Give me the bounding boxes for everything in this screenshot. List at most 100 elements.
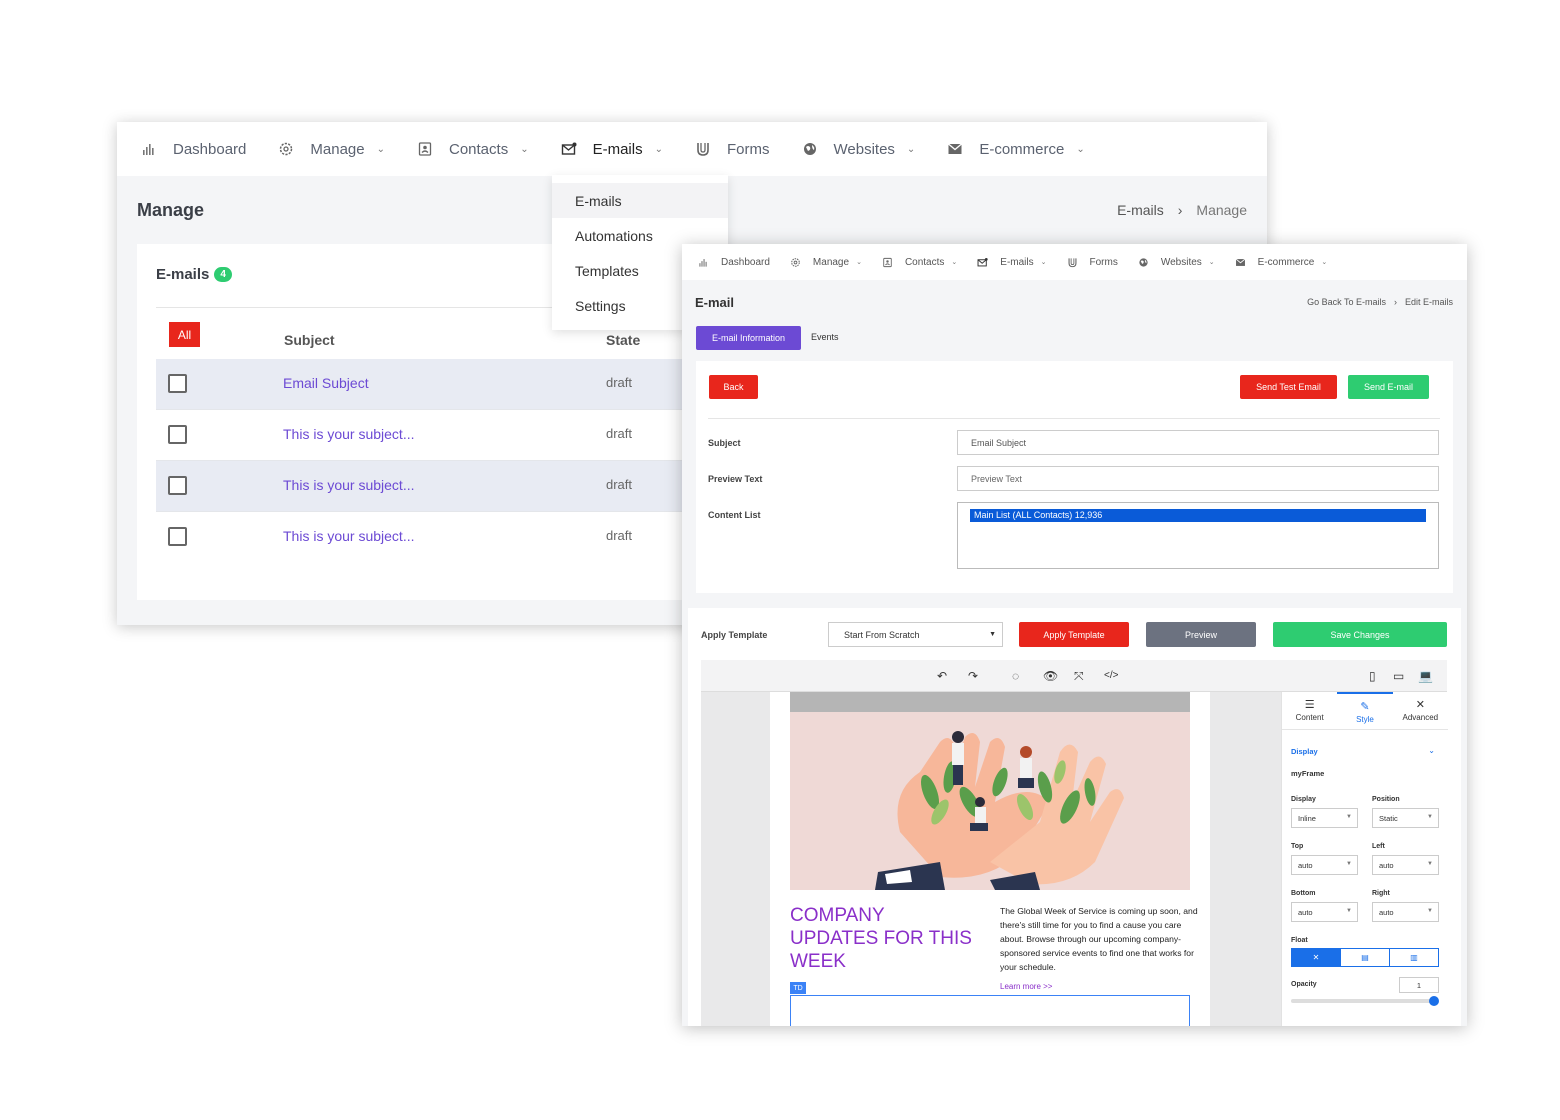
top-input[interactable]: auto ▼ xyxy=(1291,855,1358,875)
nav-item-label: Websites xyxy=(1160,256,1202,268)
email-headline[interactable]: COMPANY UPDATES FOR THIS WEEK xyxy=(790,904,975,973)
nav-item-e-mails[interactable]: E-mails ⌄ xyxy=(561,141,663,158)
page-title: Manage xyxy=(137,200,205,220)
row-checkbox[interactable] xyxy=(168,374,187,393)
template-select[interactable]: Start From Scratch ▼ xyxy=(828,622,1003,647)
back-button[interactable]: Back xyxy=(709,375,758,399)
breadcrumb-go-back-link[interactable]: Go Back To E-mails xyxy=(1307,297,1386,307)
sliders-icon: ☰ xyxy=(1304,699,1315,711)
hero-illustration[interactable] xyxy=(790,712,1190,890)
chevron-down-icon: ⌄ xyxy=(1321,259,1328,266)
nav-item-websites[interactable]: Websites ⌄ xyxy=(1138,257,1215,268)
undo-icon[interactable]: ↶ xyxy=(937,669,947,683)
row-subject-link[interactable]: Email Subject xyxy=(283,375,369,391)
float-none-button[interactable]: ✕ xyxy=(1292,949,1341,966)
email-header-strip[interactable] xyxy=(790,692,1190,712)
builder-toolbar: ↶ ↷ ◌ 👁 ⤧ </> ▯ ▭ 💻 xyxy=(701,660,1447,692)
table-row[interactable]: This is your subject... draft xyxy=(156,461,716,512)
send-email-button[interactable]: Send E-mail xyxy=(1348,375,1429,399)
row-checkbox[interactable] xyxy=(168,527,187,546)
float-right-button[interactable]: ▥ xyxy=(1390,949,1438,966)
left-input[interactable]: auto ▼ xyxy=(1372,855,1439,875)
nav-item-e-commerce[interactable]: E-commerce ⌄ xyxy=(1235,257,1328,268)
display-label: Display xyxy=(1291,796,1316,803)
component-outline-icon[interactable]: ◌ xyxy=(1012,669,1019,683)
nav-item-dashboard[interactable]: Dashboard xyxy=(698,257,770,268)
nav-item-label: Dashboard xyxy=(721,256,770,268)
nav-item-label: E-commerce xyxy=(979,140,1065,158)
nav-item-dashboard[interactable]: Dashboard xyxy=(141,141,246,158)
tab-email-information[interactable]: E-mail Information xyxy=(696,326,801,350)
email-builder: ↶ ↷ ◌ 👁 ⤧ </> ▯ ▭ 💻 COMPANY UPDATES FOR … xyxy=(701,660,1448,1026)
selected-table-cell[interactable] xyxy=(790,995,1190,1026)
nav-item-forms[interactable]: Forms xyxy=(695,141,770,158)
panel-tab-style[interactable]: ✎ Style xyxy=(1337,692,1393,729)
nav-item-label: Dashboard xyxy=(173,140,247,158)
nav-item-label: E-mails xyxy=(1000,256,1034,268)
display-section-header[interactable]: Display xyxy=(1291,747,1318,756)
row-subject-link[interactable]: This is your subject... xyxy=(283,477,415,493)
nav-item-manage[interactable]: Manage ⌄ xyxy=(278,141,385,158)
desktop-device-icon[interactable]: 💻 xyxy=(1418,669,1433,683)
apply-template-button[interactable]: Apply Template xyxy=(1019,622,1129,647)
selected-element-tag: TD xyxy=(790,982,806,994)
preview-button[interactable]: Preview xyxy=(1146,622,1256,647)
breadcrumb-current: Manage xyxy=(1196,202,1247,218)
display-select[interactable]: Inline ▼ xyxy=(1291,808,1358,828)
eye-icon[interactable]: 👁 xyxy=(1043,669,1058,683)
nav-item-forms[interactable]: Forms xyxy=(1067,257,1118,268)
preview-text-input[interactable]: Preview Text xyxy=(957,466,1439,491)
nav-item-manage[interactable]: Manage ⌄ xyxy=(790,257,862,268)
float-left-button[interactable]: ▤ xyxy=(1341,949,1390,966)
position-select[interactable]: Static ▼ xyxy=(1372,808,1439,828)
email-canvas[interactable]: COMPANY UPDATES FOR THIS WEEK The Global… xyxy=(770,692,1210,1026)
row-checkbox[interactable] xyxy=(168,425,187,444)
send-test-email-button[interactable]: Send Test Email xyxy=(1240,375,1337,399)
tab-events[interactable]: Events xyxy=(811,332,839,342)
row-subject-link[interactable]: This is your subject... xyxy=(283,528,415,544)
nav-item-e-mails[interactable]: E-mails ⌄ xyxy=(977,256,1047,268)
code-icon[interactable]: </> xyxy=(1104,670,1118,681)
column-header-subject[interactable]: Subject xyxy=(284,332,335,348)
subject-input[interactable]: Email Subject xyxy=(957,430,1439,455)
breadcrumb-emails-link[interactable]: E-mails xyxy=(1117,202,1164,218)
content-list-selected-option[interactable]: Main List (ALL Contacts) 12,936 xyxy=(970,509,1426,522)
fullscreen-icon[interactable]: ⤧ xyxy=(1074,669,1084,684)
style-manager-panel: ☰ Content ✎ Style ✕ Advanced Display ⌄ myFr… xyxy=(1281,692,1448,1026)
row-subject-link[interactable]: This is your subject... xyxy=(283,426,415,442)
table-row[interactable]: This is your subject... draft xyxy=(156,410,716,461)
opacity-slider[interactable] xyxy=(1291,996,1439,1006)
nav-item-contacts[interactable]: Contacts ⌄ xyxy=(417,141,529,158)
nav-item-label: Manage xyxy=(310,140,365,158)
nav-item-contacts[interactable]: Contacts ⌄ xyxy=(882,257,957,268)
redo-icon[interactable]: ↷ xyxy=(968,669,978,683)
magnet-icon xyxy=(695,141,711,157)
opacity-input[interactable]: 1 xyxy=(1399,977,1439,993)
tablet-device-icon[interactable]: ▭ xyxy=(1393,669,1404,683)
content-list-select[interactable]: Main List (ALL Contacts) 12,936 xyxy=(957,502,1439,569)
nav-item-websites[interactable]: Websites ⌄ xyxy=(802,141,915,158)
table-row[interactable]: Email Subject draft xyxy=(156,359,716,410)
row-state: draft xyxy=(606,528,633,543)
opacity-slider-handle[interactable] xyxy=(1429,996,1439,1006)
top-navigation: Dashboard Manage ⌄ Contacts ⌄ E-mails ⌄ Forms We… xyxy=(682,244,1467,280)
select-all-button[interactable]: All xyxy=(169,322,200,347)
learn-more-link[interactable]: Learn more >> xyxy=(1000,982,1052,991)
breadcrumb-current: Edit E-mails xyxy=(1404,297,1453,307)
save-changes-button[interactable]: Save Changes xyxy=(1273,622,1447,647)
panel-tab-content[interactable]: ☰ Content xyxy=(1282,692,1337,729)
row-checkbox[interactable] xyxy=(168,476,187,495)
right-input[interactable]: auto ▼ xyxy=(1372,902,1439,922)
panel-tab-advanced[interactable]: ✕ Advanced xyxy=(1393,692,1448,729)
column-header-state[interactable]: State xyxy=(606,332,640,348)
table-row[interactable]: This is your subject... draft xyxy=(156,512,716,563)
mobile-device-icon[interactable]: ▯ xyxy=(1369,669,1376,683)
top-navigation: Dashboard Manage ⌄ Contacts ⌄ E-mails ⌄ Forms We… xyxy=(117,122,1267,176)
tools-icon: ✕ xyxy=(1415,699,1425,711)
email-body-text[interactable]: The Global Week of Service is coming up … xyxy=(1000,904,1200,974)
chevron-down-icon: ⌄ xyxy=(1208,259,1215,266)
menu-item-emails[interactable]: E-mails xyxy=(552,183,728,218)
chevron-down-icon[interactable]: ⌄ xyxy=(1428,746,1435,755)
bottom-input[interactable]: auto ▼ xyxy=(1291,902,1358,922)
nav-item-e-commerce[interactable]: E-commerce ⌄ xyxy=(947,140,1085,158)
